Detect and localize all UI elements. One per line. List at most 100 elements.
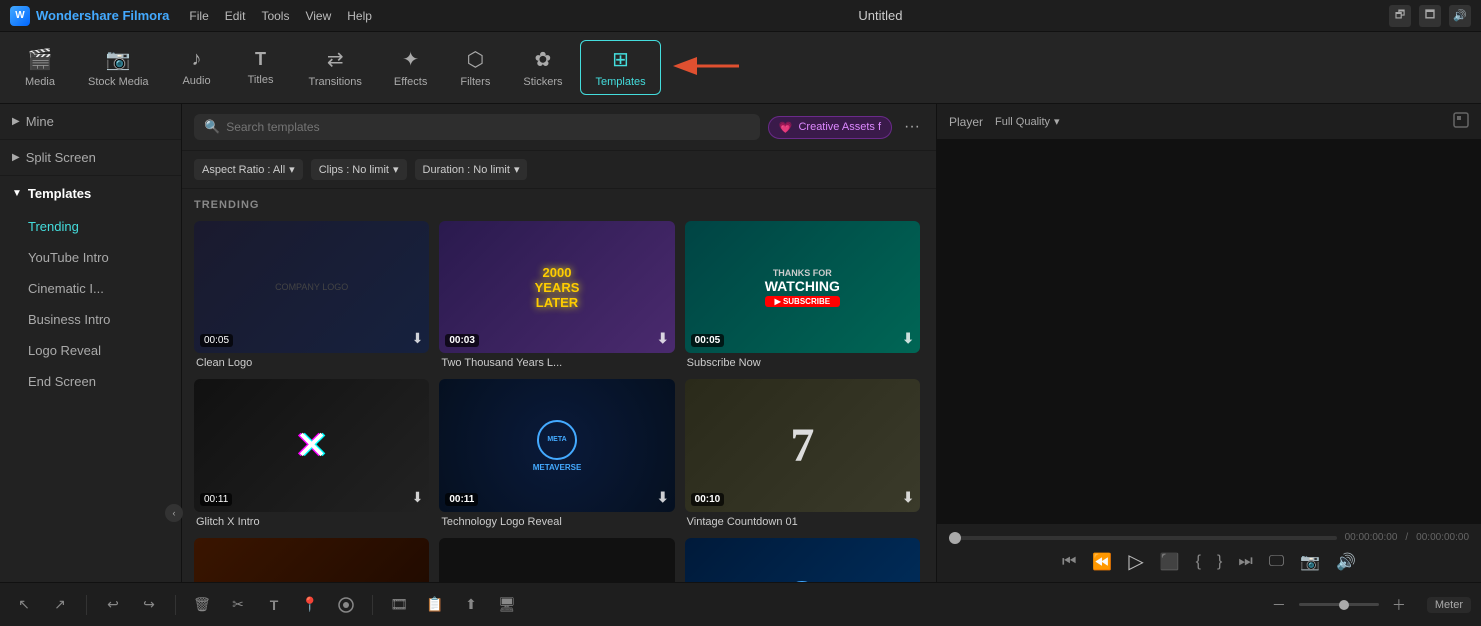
toolbar-titles[interactable]: T Titles [231, 43, 291, 92]
sidebar-item-logo-reveal[interactable]: Logo Reveal [0, 335, 181, 366]
template-card-metaverse[interactable]: META METAVERSE 00:11 ⬇ Technology Logo R… [439, 379, 674, 527]
template-thumb-fire: 3 ⬇ [194, 538, 429, 582]
quality-selector[interactable]: Full Quality ▾ [995, 115, 1060, 128]
template-card-fire[interactable]: 3 ⬇ Fire Countdown [194, 538, 429, 582]
duration-label: Duration : No limit [423, 164, 510, 176]
sidebar-item-cinematic[interactable]: Cinematic I... [0, 273, 181, 304]
two-thousand-download-icon[interactable]: ⬇ [657, 330, 669, 347]
menu-file[interactable]: File [189, 9, 208, 23]
filters-icon: ⬡ [467, 47, 484, 72]
clean-logo-download-icon[interactable]: ⬇ [412, 330, 424, 347]
tool-text-button[interactable]: T [260, 591, 288, 619]
audio-icon: ♪ [192, 48, 202, 71]
toolbar-filters[interactable]: ⬡ Filters [445, 41, 505, 94]
two-thousand-name: Two Thousand Years L... [439, 357, 674, 369]
toolbar-effects[interactable]: ✦ Effects [380, 41, 441, 94]
template-thumb-two-thousand: 2000YEARSLATER 00:03 ⬇ [439, 221, 674, 353]
sidebar-section-split-screen[interactable]: ▶ Split Screen [0, 140, 181, 176]
zoom-slider[interactable] [1299, 603, 1379, 606]
search-input[interactable] [226, 120, 750, 134]
vintage-download-icon[interactable]: ⬇ [902, 489, 914, 506]
tool-ai-button[interactable] [332, 591, 360, 619]
metaverse-label: METAVERSE [533, 463, 582, 472]
metaverse-thumb-content: META METAVERSE [533, 420, 582, 472]
player-bracket-open-button[interactable]: { [1196, 553, 1201, 571]
metaverse-name: Technology Logo Reveal [439, 516, 674, 528]
template-card-business[interactable]: B BUSINESS ⬇ Business Promo [685, 538, 920, 582]
menu-help[interactable]: Help [347, 9, 372, 23]
aspect-ratio-chevron-icon: ▾ [289, 163, 295, 176]
toolbar-media[interactable]: 🎬 Media [10, 41, 70, 94]
metaverse-download-icon[interactable]: ⬇ [657, 489, 669, 506]
template-thumb-glitch: ✕ 00:11 ⬇ [194, 379, 429, 511]
tool-redo-button[interactable]: ↪ [135, 591, 163, 619]
toolbar-stickers[interactable]: ✿ Stickers [509, 41, 576, 94]
two-thousand-duration: 00:03 [445, 334, 479, 347]
arrow-indicator [669, 46, 749, 89]
sidebar-section-templates[interactable]: ▼ Templates [0, 176, 181, 211]
tool-cut-button[interactable]: ✂ [224, 591, 252, 619]
template-card-thankyou[interactable]: THANK YOUFOR WATCHING DON'T FORGET TO LI… [439, 538, 674, 582]
tool-clip-button[interactable]: 📋 [421, 591, 449, 619]
player-volume-button[interactable]: 🔊 [1336, 552, 1356, 572]
tool-select-button[interactable]: ↖ [10, 591, 38, 619]
sidebar-item-trending[interactable]: Trending [0, 211, 181, 242]
player-mark-button[interactable]: ⏭ [1238, 553, 1252, 571]
menu-view[interactable]: View [305, 9, 331, 23]
main-panel: 🔍 💗 Creative Assets f ··· Aspect Ratio :… [182, 104, 936, 582]
template-card-clean-logo[interactable]: COMPANY LOGO 00:05 ⬇ Clean Logo [194, 221, 429, 369]
player-step-back-button[interactable]: ⏪ [1092, 552, 1112, 572]
time-total: 00:00:00:00 [1416, 532, 1469, 543]
sidebar-logo-label: Logo Reveal [28, 343, 101, 358]
tool-delete-button[interactable]: 🗑 [188, 591, 216, 619]
toolbar-templates[interactable]: ⊞ Templates [580, 40, 660, 95]
tool-screen-button[interactable]: 🖥 [493, 591, 521, 619]
progress-track[interactable] [949, 536, 1337, 540]
sidebar-item-end-screen[interactable]: End Screen [0, 366, 181, 397]
creative-assets-button[interactable]: 💗 Creative Assets f [768, 116, 892, 139]
sidebar-section-mine[interactable]: ▶ Mine [0, 104, 181, 140]
business-circle: B [784, 581, 820, 582]
window-max-button[interactable]: 🗖 [1419, 5, 1441, 27]
progress-bar-area: 00:00:00:00 / 00:00:00:00 [949, 532, 1469, 543]
toolbar-transitions[interactable]: ⇄ Transitions [295, 41, 376, 94]
more-options-button[interactable]: ··· [900, 118, 924, 136]
tool-marker-button[interactable]: 📍 [296, 591, 324, 619]
player-expand-icon[interactable] [1453, 112, 1469, 131]
player-bracket-close-button[interactable]: } [1217, 553, 1222, 571]
template-card-subscribe[interactable]: THANKS FOR WATCHING ▶ SUBSCRIBE 00:05 ⬇ … [685, 221, 920, 369]
window-close-button[interactable]: 🔊 [1449, 5, 1471, 27]
window-min-button[interactable]: 🗗 [1389, 5, 1411, 27]
tool-export-button[interactable]: ⬆ [457, 591, 485, 619]
toolbar-titles-label: Titles [248, 74, 274, 86]
player-stop-button[interactable]: ⬛ [1160, 552, 1180, 572]
sidebar-item-business-intro[interactable]: Business Intro [0, 304, 181, 335]
sidebar-item-youtube-intro[interactable]: YouTube Intro [0, 242, 181, 273]
player-play-button[interactable]: ▷ [1128, 549, 1143, 574]
zoom-in-button[interactable]: ＋ [1385, 591, 1413, 619]
duration-filter[interactable]: Duration : No limit ▾ [415, 159, 528, 180]
glitch-download-icon[interactable]: ⬇ [412, 489, 424, 506]
aspect-ratio-filter[interactable]: Aspect Ratio : All ▾ [194, 159, 303, 180]
player-snapshot-button[interactable]: 🖵 [1269, 553, 1284, 571]
zoom-out-button[interactable]: － [1265, 591, 1293, 619]
template-card-glitch[interactable]: ✕ 00:11 ⬇ Glitch X Intro [194, 379, 429, 527]
clips-filter[interactable]: Clips : No limit ▾ [311, 159, 407, 180]
player-skip-back-button[interactable]: ⏮ [1062, 553, 1076, 571]
toolbar-audio[interactable]: ♪ Audio [167, 42, 227, 93]
tool-crop-button[interactable]: ↗ [46, 591, 74, 619]
subscribe-download-icon[interactable]: ⬇ [902, 330, 914, 347]
creative-assets-label: Creative Assets f [798, 121, 881, 133]
filter-bar: Aspect Ratio : All ▾ Clips : No limit ▾ … [182, 151, 936, 189]
progress-knob[interactable] [949, 532, 961, 544]
tool-filmstrip-button[interactable]: 🎞 [385, 591, 413, 619]
titles-icon: T [255, 49, 266, 70]
sidebar-collapse-button[interactable]: ‹ [165, 504, 183, 522]
toolbar-stock-media[interactable]: 📷 Stock Media [74, 41, 163, 94]
menu-edit[interactable]: Edit [225, 9, 246, 23]
tool-undo-button[interactable]: ↩ [99, 591, 127, 619]
template-card-vintage[interactable]: 7 00:10 ⬇ Vintage Countdown 01 [685, 379, 920, 527]
menu-tools[interactable]: Tools [261, 9, 289, 23]
player-camera-button[interactable]: 📷 [1300, 552, 1320, 572]
template-card-two-thousand[interactable]: 2000YEARSLATER 00:03 ⬇ Two Thousand Year… [439, 221, 674, 369]
